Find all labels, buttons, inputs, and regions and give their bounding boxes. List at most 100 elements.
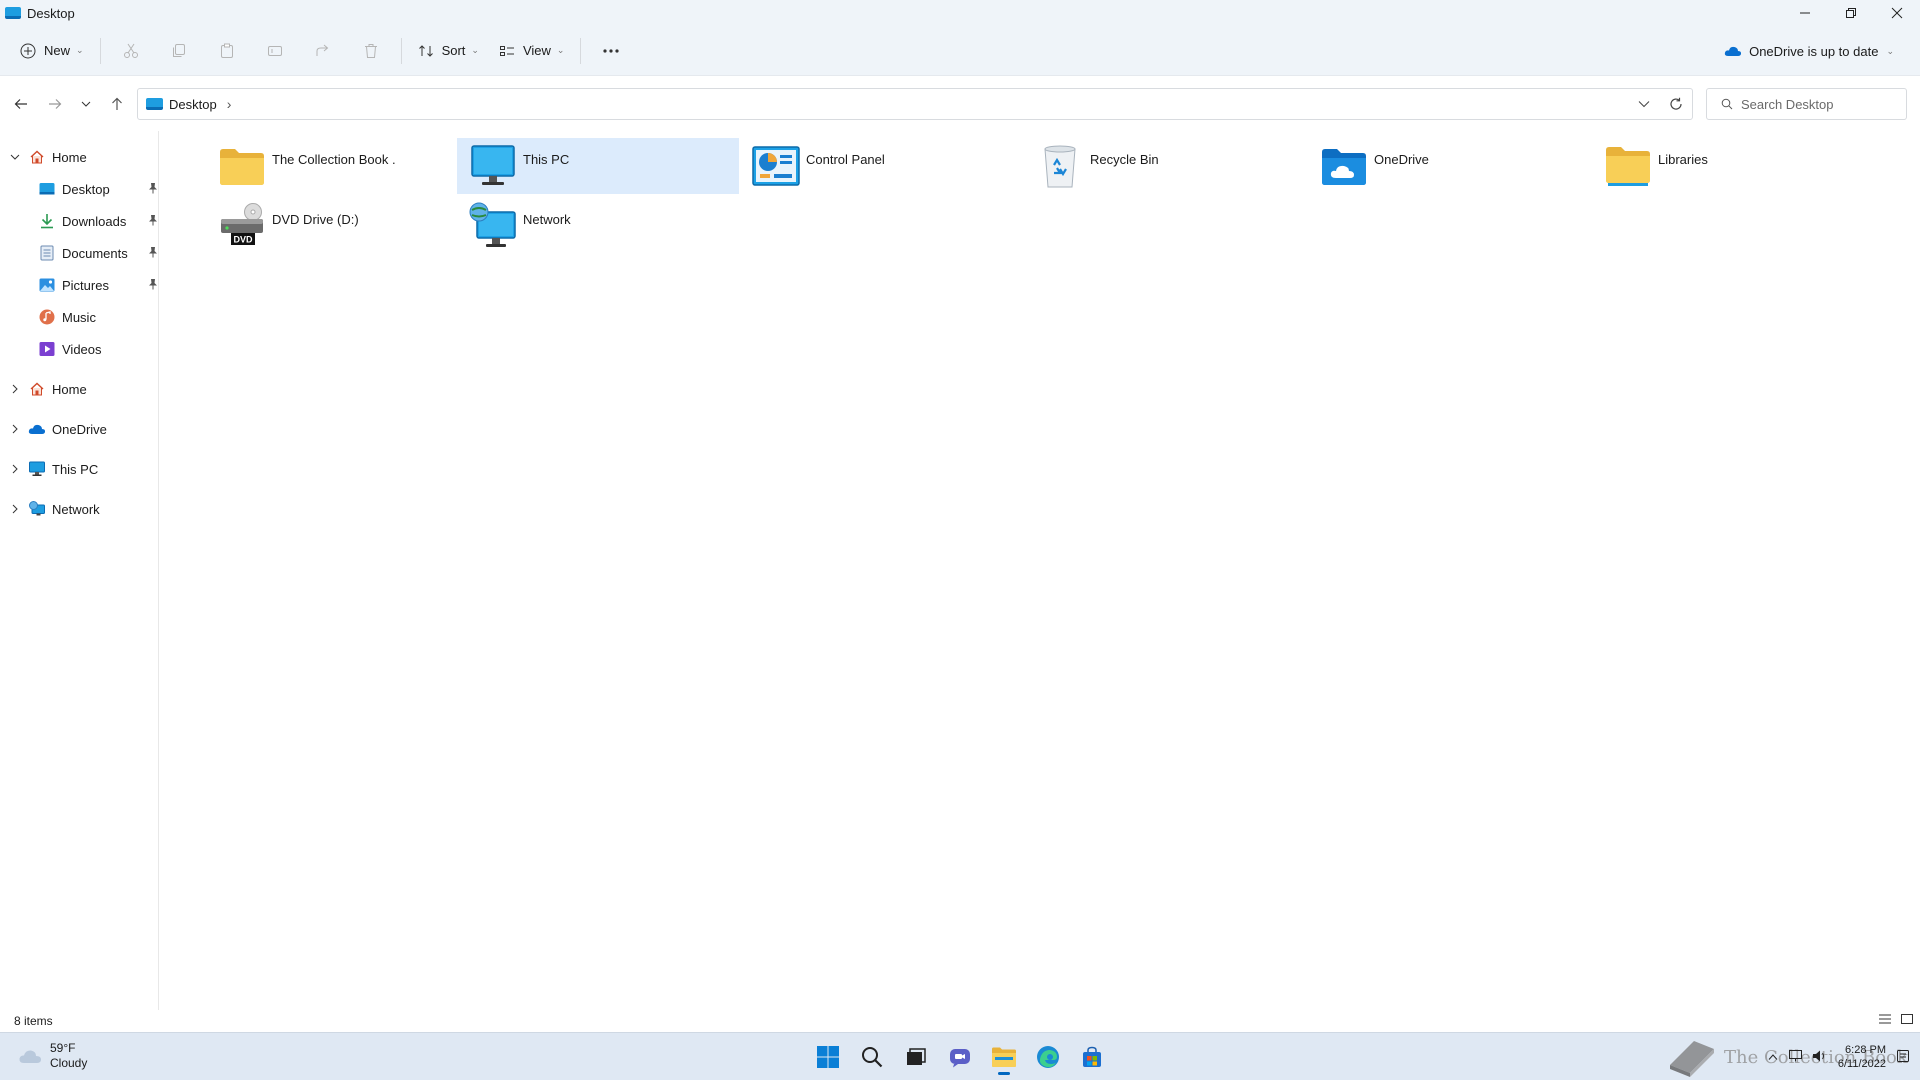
navigation-bar: Desktop › <box>0 76 1920 131</box>
minimize-button[interactable] <box>1782 0 1828 26</box>
chevron-down-icon[interactable] <box>8 153 22 161</box>
back-button[interactable] <box>6 89 36 119</box>
weather-description: Cloudy <box>50 1056 88 1070</box>
sidebar-item-music[interactable]: Music <box>8 303 166 331</box>
sidebar-item-videos[interactable]: Videos <box>8 335 166 363</box>
divider <box>580 37 582 64</box>
search-input[interactable] <box>1741 96 1901 112</box>
chevron-up-icon <box>1768 1054 1778 1060</box>
tiles-view-button[interactable] <box>1900 1012 1914 1029</box>
restore-icon <box>1846 8 1856 18</box>
clock[interactable]: 6:28 PM 6/11/2022 <box>1838 1043 1886 1071</box>
file-item-libraries[interactable]: Libraries <box>1592 138 1874 194</box>
clock-time: 6:28 PM <box>1845 1044 1886 1056</box>
forward-button[interactable] <box>40 89 70 119</box>
rename-button[interactable] <box>251 34 299 68</box>
start-button[interactable] <box>810 1039 846 1075</box>
file-item-control-panel[interactable]: Control Panel <box>740 138 1022 194</box>
close-button[interactable] <box>1874 0 1920 26</box>
network-status-icon[interactable] <box>1788 1049 1804 1066</box>
recycle-bin-icon <box>1034 140 1086 192</box>
home-icon <box>28 380 46 398</box>
file-item-network[interactable]: Network <box>457 198 739 254</box>
address-history-button[interactable] <box>1628 89 1660 119</box>
sidebar-item-documents[interactable]: Documents <box>8 239 166 267</box>
sidebar-item-pictures[interactable]: Pictures <box>8 271 166 299</box>
sort-button[interactable]: Sort ⌄ <box>408 34 489 68</box>
sidebar-item-home[interactable]: Home <box>8 375 166 403</box>
sidebar-item-onedrive[interactable]: OneDrive <box>8 415 166 443</box>
paste-button[interactable] <box>203 34 251 68</box>
pin-icon[interactable] <box>148 182 158 197</box>
pin-icon[interactable] <box>148 278 158 293</box>
file-item-onedrive[interactable]: OneDrive <box>1308 138 1590 194</box>
sidebar-item-downloads[interactable]: Downloads <box>8 207 166 235</box>
details-view-button[interactable] <box>1878 1012 1892 1029</box>
file-item-name: OneDrive <box>1374 152 1429 167</box>
view-label: View <box>522 43 551 58</box>
new-button[interactable]: New ⌄ <box>10 34 94 68</box>
chevron-down-icon <box>81 101 91 107</box>
file-item-name: Control Panel <box>806 152 885 167</box>
task-view-button[interactable] <box>898 1039 934 1075</box>
delete-button[interactable] <box>347 34 395 68</box>
onedrive-icon <box>28 420 46 438</box>
videos-icon <box>38 340 56 358</box>
folder-icon <box>992 1047 1016 1067</box>
chevron-right-icon[interactable] <box>8 384 22 394</box>
arrow-up-icon <box>112 97 122 110</box>
sidebar-item-desktop[interactable]: Desktop <box>8 175 166 203</box>
sidebar-item-label: Pictures <box>62 277 109 293</box>
copy-button[interactable] <box>155 34 203 68</box>
sidebar-item-this-pc[interactable]: This PC <box>8 455 166 483</box>
breadcrumb-desktop[interactable]: Desktop <box>169 97 217 112</box>
cut-button[interactable] <box>107 34 155 68</box>
file-explorer-icon <box>5 7 21 19</box>
sort-label: Sort <box>441 43 466 58</box>
scissors-icon <box>123 43 138 58</box>
recent-locations-button[interactable] <box>74 89 98 119</box>
desktop-icon <box>38 180 56 198</box>
pin-icon[interactable] <box>148 246 158 261</box>
chevron-right-icon[interactable] <box>8 504 22 514</box>
pin-icon[interactable] <box>148 214 158 229</box>
close-icon <box>1891 7 1903 19</box>
breadcrumb-chevron-icon[interactable]: › <box>227 96 232 112</box>
up-button[interactable] <box>102 89 132 119</box>
chevron-right-icon[interactable] <box>8 464 22 474</box>
chat-button[interactable] <box>942 1039 978 1075</box>
file-item-the-collection-book[interactable]: The Collection Book . <box>206 138 488 194</box>
view-button[interactable]: View ⌄ <box>489 34 575 68</box>
sidebar-item-label: Videos <box>62 341 102 357</box>
search-taskbar-button[interactable] <box>854 1039 890 1075</box>
file-item-name: DVD Drive (D:) <box>272 212 359 227</box>
refresh-button[interactable] <box>1660 89 1692 119</box>
show-hidden-icons-button[interactable] <box>1768 1050 1778 1064</box>
restore-button[interactable] <box>1828 0 1874 26</box>
weather-widget[interactable]: 59°F Cloudy <box>18 1041 87 1071</box>
onedrive-status-button[interactable]: OneDrive is up to date ⌄ <box>1724 26 1894 76</box>
status-bar: 8 items <box>0 1010 1920 1032</box>
sidebar-item-label: Music <box>62 309 96 325</box>
file-item-dvd-drive[interactable]: DVD DVD Drive (D:) <box>206 198 488 254</box>
sidebar-item-home-expanded[interactable]: Home <box>8 143 166 171</box>
edge-button[interactable] <box>1030 1039 1066 1075</box>
file-item-this-pc[interactable]: This PC <box>457 138 739 194</box>
more-options-button[interactable] <box>587 34 635 68</box>
store-icon <box>1083 1046 1101 1067</box>
file-explorer-taskbar-button[interactable] <box>986 1039 1022 1075</box>
arrow-left-icon <box>14 98 27 109</box>
cloud-icon <box>19 1050 41 1063</box>
share-button[interactable] <box>299 34 347 68</box>
onedrive-status-text: OneDrive is up to date <box>1749 43 1879 59</box>
chevron-right-icon[interactable] <box>8 424 22 434</box>
cloud-icon <box>1724 46 1742 56</box>
sidebar-item-network[interactable]: Network <box>8 495 166 523</box>
store-button[interactable] <box>1074 1039 1110 1075</box>
search-box[interactable] <box>1706 88 1907 120</box>
notifications-button[interactable] <box>1896 1049 1910 1066</box>
volume-icon[interactable] <box>1812 1049 1828 1066</box>
task-view-icon <box>907 1048 926 1065</box>
file-item-recycle-bin[interactable]: Recycle Bin <box>1024 138 1306 194</box>
address-bar[interactable]: Desktop › <box>137 88 1693 120</box>
